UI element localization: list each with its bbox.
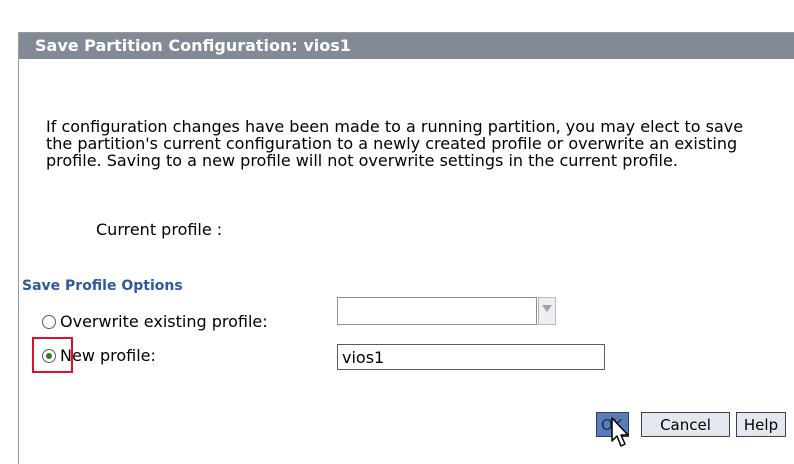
dialog-description: If configuration changes have been made … <box>46 117 744 170</box>
existing-profile-select[interactable] <box>337 297 537 325</box>
overwrite-profile-label: Overwrite existing profile: <box>60 312 268 331</box>
new-profile-label: New profile: <box>60 346 156 365</box>
radio-highlight-box <box>32 337 73 373</box>
save-partition-dialog: Save Partition Configuration: vios1 If c… <box>0 0 794 464</box>
current-profile-label: Current profile : <box>96 220 223 239</box>
overwrite-option-row[interactable]: Overwrite existing profile: <box>42 311 268 333</box>
chevron-down-icon[interactable] <box>538 297 556 325</box>
dialog-frame <box>18 32 794 464</box>
new-profile-name-input[interactable] <box>337 344 605 370</box>
cancel-button[interactable]: Cancel <box>641 412 730 437</box>
overwrite-profile-radio[interactable] <box>42 315 56 329</box>
save-profile-options-heading: Save Profile Options <box>22 278 183 294</box>
mouse-pointer-icon <box>611 417 629 447</box>
help-button[interactable]: Help <box>736 412 786 437</box>
dialog-title: Save Partition Configuration: vios1 <box>19 33 794 59</box>
